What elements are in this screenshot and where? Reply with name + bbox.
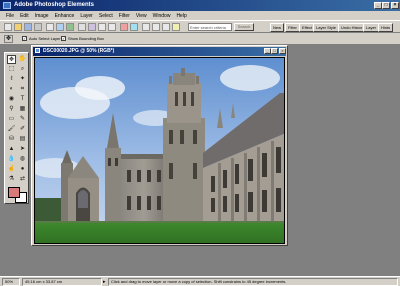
palette-tab-layers[interactable]: Layer	[363, 23, 380, 32]
document-window: DSC00020.JPG @ 50% (RGB*) _ □ ×	[31, 45, 288, 246]
minimize-button[interactable]: _	[374, 2, 382, 9]
save-icon[interactable]	[34, 23, 42, 31]
palette-tab-undo-history[interactable]: Undo Histor	[338, 23, 366, 32]
open-folder-icon[interactable]	[14, 23, 22, 31]
foreground-color-swatch[interactable]	[8, 187, 20, 198]
menu-edit[interactable]: Edit	[17, 13, 32, 19]
auto-select-layer-label: Auto Select Layer	[29, 36, 61, 41]
selection-brush-tool-icon[interactable]: ◐	[7, 85, 16, 94]
dodge-tool-icon[interactable]: ●	[18, 165, 27, 174]
tool-options-bar: ✥ ✓ Auto Select Layer ✓ Show Bounding Bo…	[0, 33, 400, 45]
search-input[interactable]: Enter search criteria	[188, 23, 232, 31]
help-icon[interactable]	[172, 23, 180, 31]
red-eye-tool-icon[interactable]: ◉	[7, 95, 16, 104]
maximize-button[interactable]: □	[382, 2, 390, 9]
auto-select-layer-checkbox[interactable]: ✓	[22, 36, 27, 41]
step-backward-icon[interactable]	[98, 23, 106, 31]
step-forward-icon[interactable]	[108, 23, 116, 31]
app-title: Adobe Photoshop Elements	[14, 2, 95, 8]
palette-tab-layer-style[interactable]: Layer Style	[313, 23, 340, 32]
zoom-out-icon[interactable]	[152, 23, 160, 31]
sponge-tool-icon[interactable]: ◍	[18, 155, 27, 164]
import-icon[interactable]	[24, 23, 32, 31]
eyedropper-tool-icon[interactable]: ⚗	[7, 175, 16, 184]
close-button[interactable]: ×	[391, 2, 399, 9]
menu-filter[interactable]: Filter	[116, 13, 133, 19]
document-minimize-button[interactable]: _	[264, 48, 271, 54]
gradient-tool-icon[interactable]: ▤	[18, 135, 27, 144]
pencil-tool-icon[interactable]: ✎	[18, 115, 27, 124]
pattern-stamp-tool-icon[interactable]: ▦	[18, 105, 27, 114]
menu-view[interactable]: View	[133, 13, 150, 19]
custom-shape-tool-icon[interactable]: ▲	[7, 145, 16, 154]
status-menu-arrow-icon[interactable]: ▸	[103, 279, 107, 285]
zoom-tool-icon[interactable]: ⌕	[18, 65, 27, 74]
palette-tab-hints[interactable]: Hints	[378, 23, 394, 32]
quick-fix-icon[interactable]	[120, 23, 128, 31]
move-tool-preset-icon[interactable]: ✥	[4, 35, 13, 43]
document-icon[interactable]	[35, 48, 40, 53]
actual-pixels-icon[interactable]	[162, 23, 170, 31]
menu-layer[interactable]: Layer	[77, 13, 96, 19]
menu-bar: File Edit Image Enhance Layer Select Fil…	[0, 11, 400, 20]
paint-bucket-tool-icon[interactable]: ⛁	[7, 135, 16, 144]
hand-tool-icon[interactable]: ✋	[18, 55, 27, 64]
menu-image[interactable]: Image	[32, 13, 52, 19]
zoom-level-field[interactable]: 50%	[2, 278, 20, 286]
photoshop-elements-app-icon[interactable]	[3, 2, 11, 9]
document-size-field[interactable]: 45.16 cm x 33.87 cm	[22, 278, 102, 286]
show-bounding-box-checkbox[interactable]: ✓	[61, 36, 66, 41]
swap-colors-icon[interactable]: ⇄	[18, 175, 27, 184]
palette-tab-new[interactable]: New	[270, 23, 285, 32]
blur-tool-icon[interactable]: 💧	[7, 155, 16, 164]
smudge-tool-icon[interactable]: ☝	[7, 165, 16, 174]
eraser-tool-icon[interactable]: ▭	[7, 115, 16, 124]
image-canvas[interactable]	[34, 57, 285, 244]
show-bounding-box-label: Show Bounding Box	[68, 36, 105, 41]
color-variations-icon[interactable]	[130, 23, 138, 31]
web-photo-gallery-icon[interactable]	[88, 23, 96, 31]
type-tool-icon[interactable]: T	[18, 95, 27, 104]
lasso-tool-icon[interactable]: ℓ	[7, 75, 16, 84]
status-bar: 50% 45.16 cm x 33.87 cm ▸ Click and drag…	[0, 276, 400, 286]
shape-selection-tool-icon[interactable]: ➤	[18, 145, 27, 154]
tool-hint-text: Click and drag to move layer or move a c…	[108, 278, 398, 286]
menu-window[interactable]: Window	[150, 13, 174, 19]
magic-wand-tool-icon[interactable]: ✦	[18, 75, 27, 84]
shortcuts-bar: Enter search criteria Search New Filter …	[0, 20, 400, 33]
move-tool-icon[interactable]: ✥	[7, 55, 16, 64]
document-title-bar[interactable]: DSC00020.JPG @ 50% (RGB*)	[33, 47, 286, 56]
impressionist-brush-tool-icon[interactable]: ✐	[18, 125, 27, 134]
toolbox: ✥ ✋ ⬚ ⌕ ℓ ✦ ◐ ⌗ ◉ T ⚲ ▦ ▭ ✎ 🖌 ✐ ⛁ ▤ ▲ ➤ …	[4, 52, 29, 204]
clone-stamp-tool-icon[interactable]: ⚲	[7, 105, 16, 114]
search-button[interactable]: Search	[234, 23, 254, 31]
document-maximize-button[interactable]: □	[271, 48, 278, 54]
marquee-tool-icon[interactable]: ⬚	[7, 65, 16, 74]
menu-enhance[interactable]: Enhance	[52, 13, 78, 19]
app-title-bar: Adobe Photoshop Elements	[0, 0, 400, 11]
print-preview-icon[interactable]	[56, 23, 64, 31]
cathedral-photo	[35, 58, 284, 243]
document-title: DSC00020.JPG @ 50% (RGB*)	[43, 48, 115, 54]
zoom-in-icon[interactable]	[142, 23, 150, 31]
email-icon[interactable]	[78, 23, 86, 31]
menu-file[interactable]: File	[3, 13, 17, 19]
menu-select[interactable]: Select	[96, 13, 116, 19]
print-icon[interactable]	[46, 23, 54, 31]
brush-tool-icon[interactable]: 🖌	[7, 125, 16, 134]
new-file-icon[interactable]	[4, 23, 12, 31]
crop-tool-icon[interactable]: ⌗	[18, 85, 27, 94]
document-close-button[interactable]: ×	[279, 48, 286, 54]
palette-tab-filter[interactable]: Filter	[285, 23, 300, 32]
online-services-icon[interactable]	[66, 23, 74, 31]
menu-help[interactable]: Help	[173, 13, 189, 19]
